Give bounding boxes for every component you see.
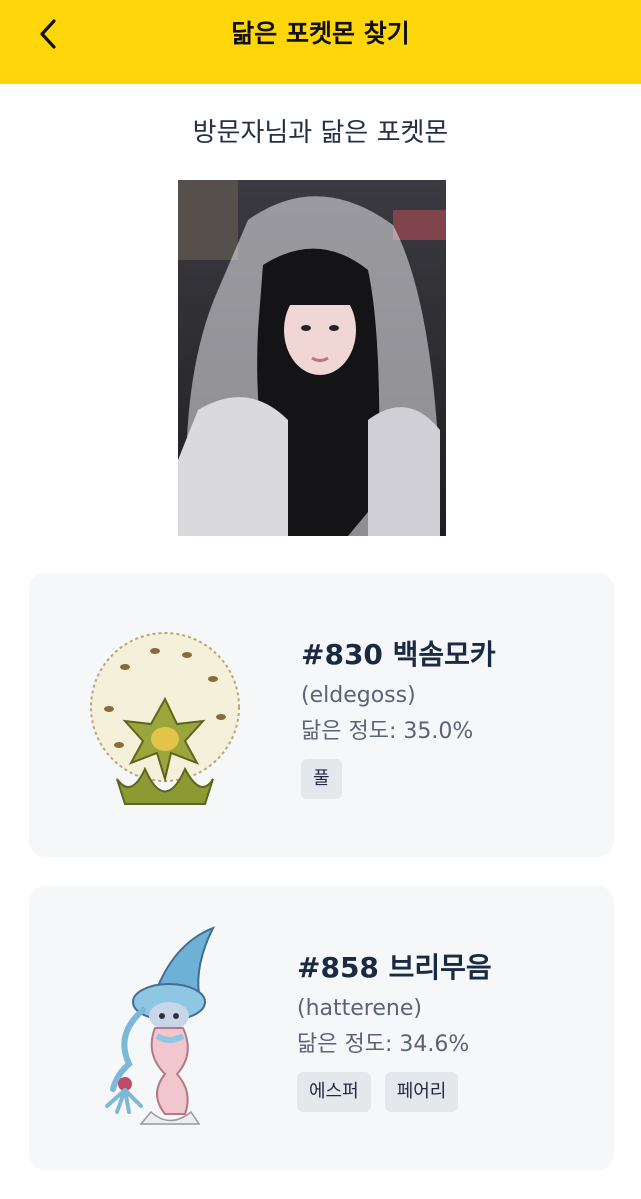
pokemon-result-card[interactable]: #858 브리무음 (hatterene) 닮은 정도: 34.6% 에스퍼 페… <box>29 886 614 1170</box>
pokemon-result-card[interactable]: #830 백솜모카 (eldegoss) 닮은 정도: 35.0% 풀 <box>29 573 614 857</box>
top-app-bar: 닮은 포켓몬 찾기 <box>0 0 641 84</box>
pokemon-name: #830 백솜모카 <box>301 638 496 671</box>
pokemon-name: #858 브리무음 <box>297 951 492 984</box>
type-badge-psychic: 에스퍼 <box>297 1072 371 1112</box>
type-list: 풀 <box>301 759 496 799</box>
pokemon-sprite-eldegoss <box>85 629 245 813</box>
user-photo <box>178 180 446 536</box>
pokemon-info: #858 브리무음 (hatterene) 닮은 정도: 34.6% 에스퍼 페… <box>297 950 492 1112</box>
pokemon-sprite-hatterene <box>95 924 225 1138</box>
result-heading: 방문자님과 닮은 포켓몬 <box>192 118 449 148</box>
type-badge-fairy: 페어리 <box>384 1072 459 1112</box>
pokemon-info: #830 백솜모카 (eldegoss) 닮은 정도: 35.0% 풀 <box>301 637 496 799</box>
pokemon-english-name: (hatterene) <box>297 996 422 1021</box>
similarity-score: 닮은 정도: 34.6% <box>297 1032 470 1057</box>
pokemon-english-name: (eldegoss) <box>301 683 416 708</box>
type-list: 에스퍼 페어리 <box>297 1072 492 1112</box>
page-title: 닮은 포켓몬 찾기 <box>231 19 410 48</box>
type-badge-grass: 풀 <box>301 759 342 799</box>
similarity-score: 닮은 정도: 35.0% <box>301 719 474 744</box>
